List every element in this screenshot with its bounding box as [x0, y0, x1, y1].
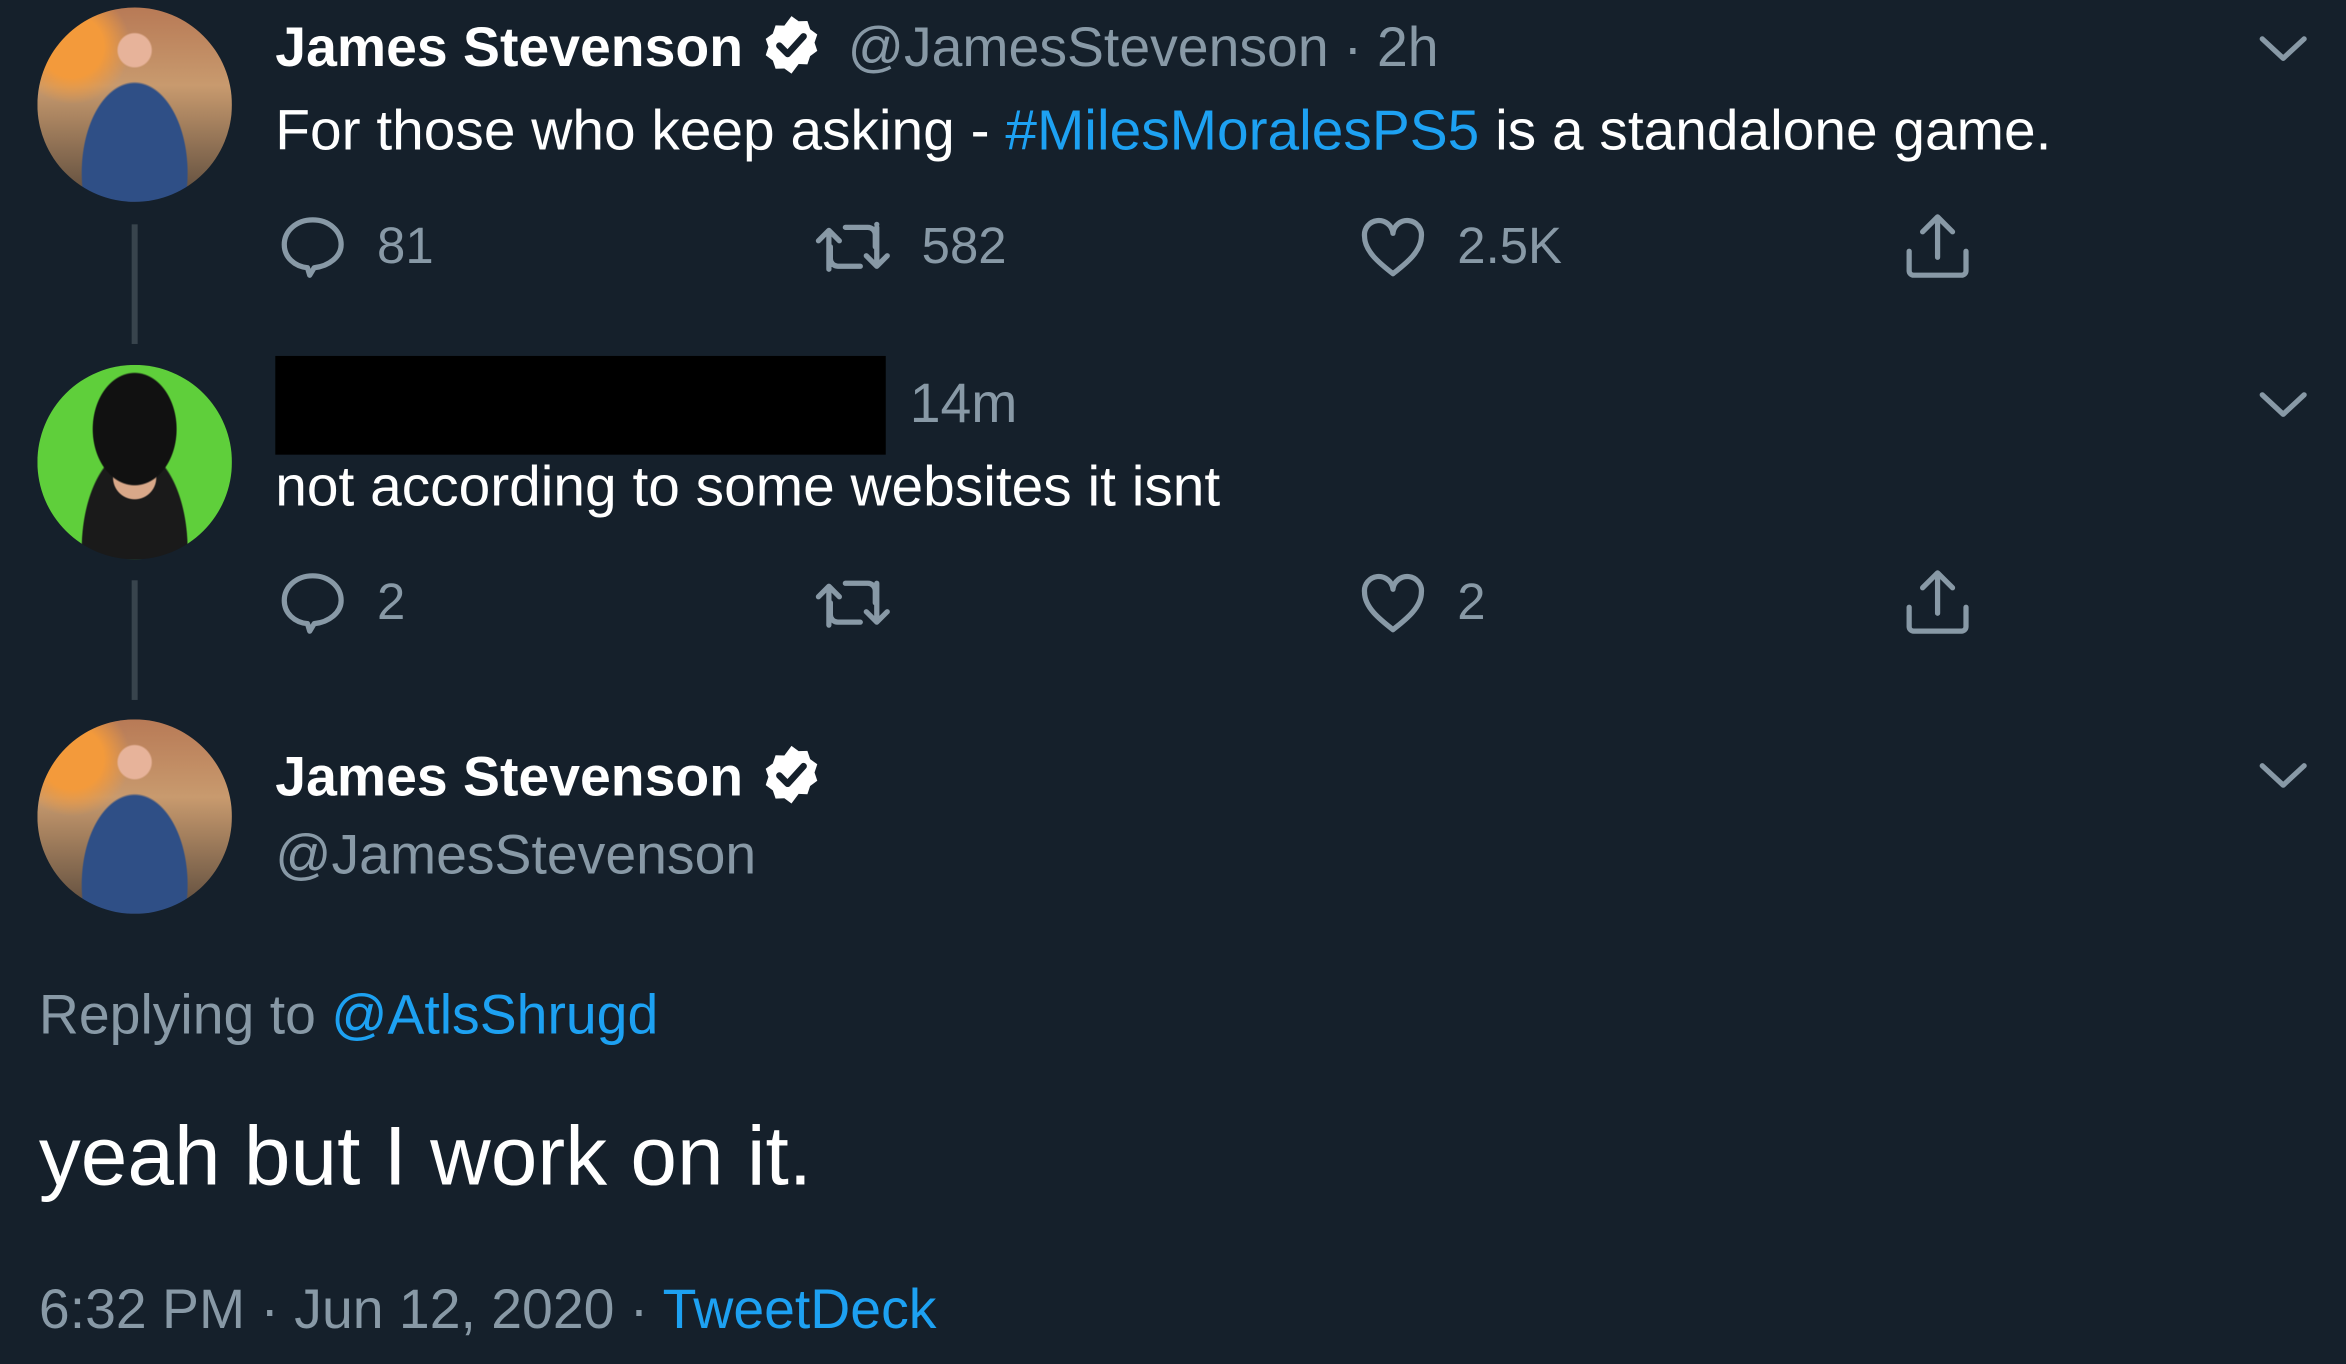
verified-badge-icon — [758, 741, 824, 814]
chevron-down-icon[interactable] — [2256, 383, 2310, 425]
reply-count: 81 — [377, 217, 434, 275]
replying-to: Replying to @AtlsShrugd — [39, 980, 658, 1052]
thread-line — [131, 580, 138, 700]
replying-handle-link[interactable]: @AtlsShrugd — [331, 984, 658, 1045]
tweet-header: James Stevenson @JamesStevenson · 2h — [275, 11, 1439, 84]
retweet-icon — [815, 580, 890, 628]
avatar[interactable] — [37, 7, 232, 202]
redacted-name — [275, 355, 886, 455]
share-icon — [1906, 570, 1969, 634]
tweet-text-before: For those who keep asking - — [275, 100, 1006, 164]
avatar[interactable] — [37, 364, 232, 560]
verified-badge-icon — [758, 11, 824, 84]
user-handle[interactable]: @JamesStevenson — [848, 16, 1329, 79]
share-button[interactable] — [1900, 565, 1975, 640]
tweet-text: For those who keep asking - #MilesMorale… — [275, 96, 2051, 168]
chevron-down-icon[interactable] — [2256, 27, 2310, 69]
like-icon — [1361, 217, 1425, 277]
user-handle[interactable]: @JamesStevenson — [275, 820, 756, 892]
replying-label: Replying to — [38, 984, 332, 1046]
retweet-count: 582 — [921, 217, 1007, 275]
display-name[interactable]: James Stevenson — [275, 16, 743, 79]
reply-icon — [281, 217, 344, 278]
like-count: 2 — [1457, 573, 1486, 631]
retweet-button[interactable]: 582 — [814, 212, 1007, 281]
focused-tweet-header: James Stevenson — [275, 742, 824, 814]
separator-dot: · — [1343, 16, 1363, 78]
tweet-time[interactable]: 14m — [910, 368, 1018, 440]
tweet-text-after: is a standalone game. — [1479, 100, 2052, 164]
tweet-timestamp: 6:32 PM · Jun 12, 2020 · TweetDeck — [39, 1274, 937, 1346]
source-link[interactable]: TweetDeck — [663, 1279, 937, 1340]
retweet-icon — [815, 221, 890, 272]
tweet-text: not according to some websites it isnt — [275, 456, 1221, 519]
timestamp-text: 6:32 PM · Jun 12, 2020 · — [38, 1278, 663, 1341]
reply-count: 2 — [377, 573, 406, 631]
share-icon — [1906, 214, 1969, 278]
like-count: 2.5K — [1457, 217, 1562, 275]
thread-line — [131, 224, 138, 344]
reply-icon — [281, 573, 344, 634]
share-button[interactable] — [1900, 209, 1975, 284]
tweet-thread: James Stevenson @JamesStevenson · 2h For… — [0, 0, 2346, 1364]
focused-tweet-text: yeah but I work on it. — [38, 1108, 813, 1203]
chevron-down-icon[interactable] — [2256, 754, 2310, 796]
tweet-time[interactable]: 2h — [1377, 16, 1439, 79]
like-button[interactable]: 2.5K — [1359, 212, 1562, 281]
retweet-button[interactable] — [814, 568, 922, 637]
like-icon — [1361, 573, 1425, 633]
display-name[interactable]: James Stevenson — [275, 746, 743, 809]
like-button[interactable]: 2 — [1359, 568, 1486, 637]
avatar[interactable] — [37, 719, 232, 914]
reply-button[interactable]: 81 — [278, 212, 434, 281]
hashtag-link[interactable]: #MilesMoralesPS5 — [1005, 100, 1479, 163]
reply-button[interactable]: 2 — [278, 568, 405, 637]
